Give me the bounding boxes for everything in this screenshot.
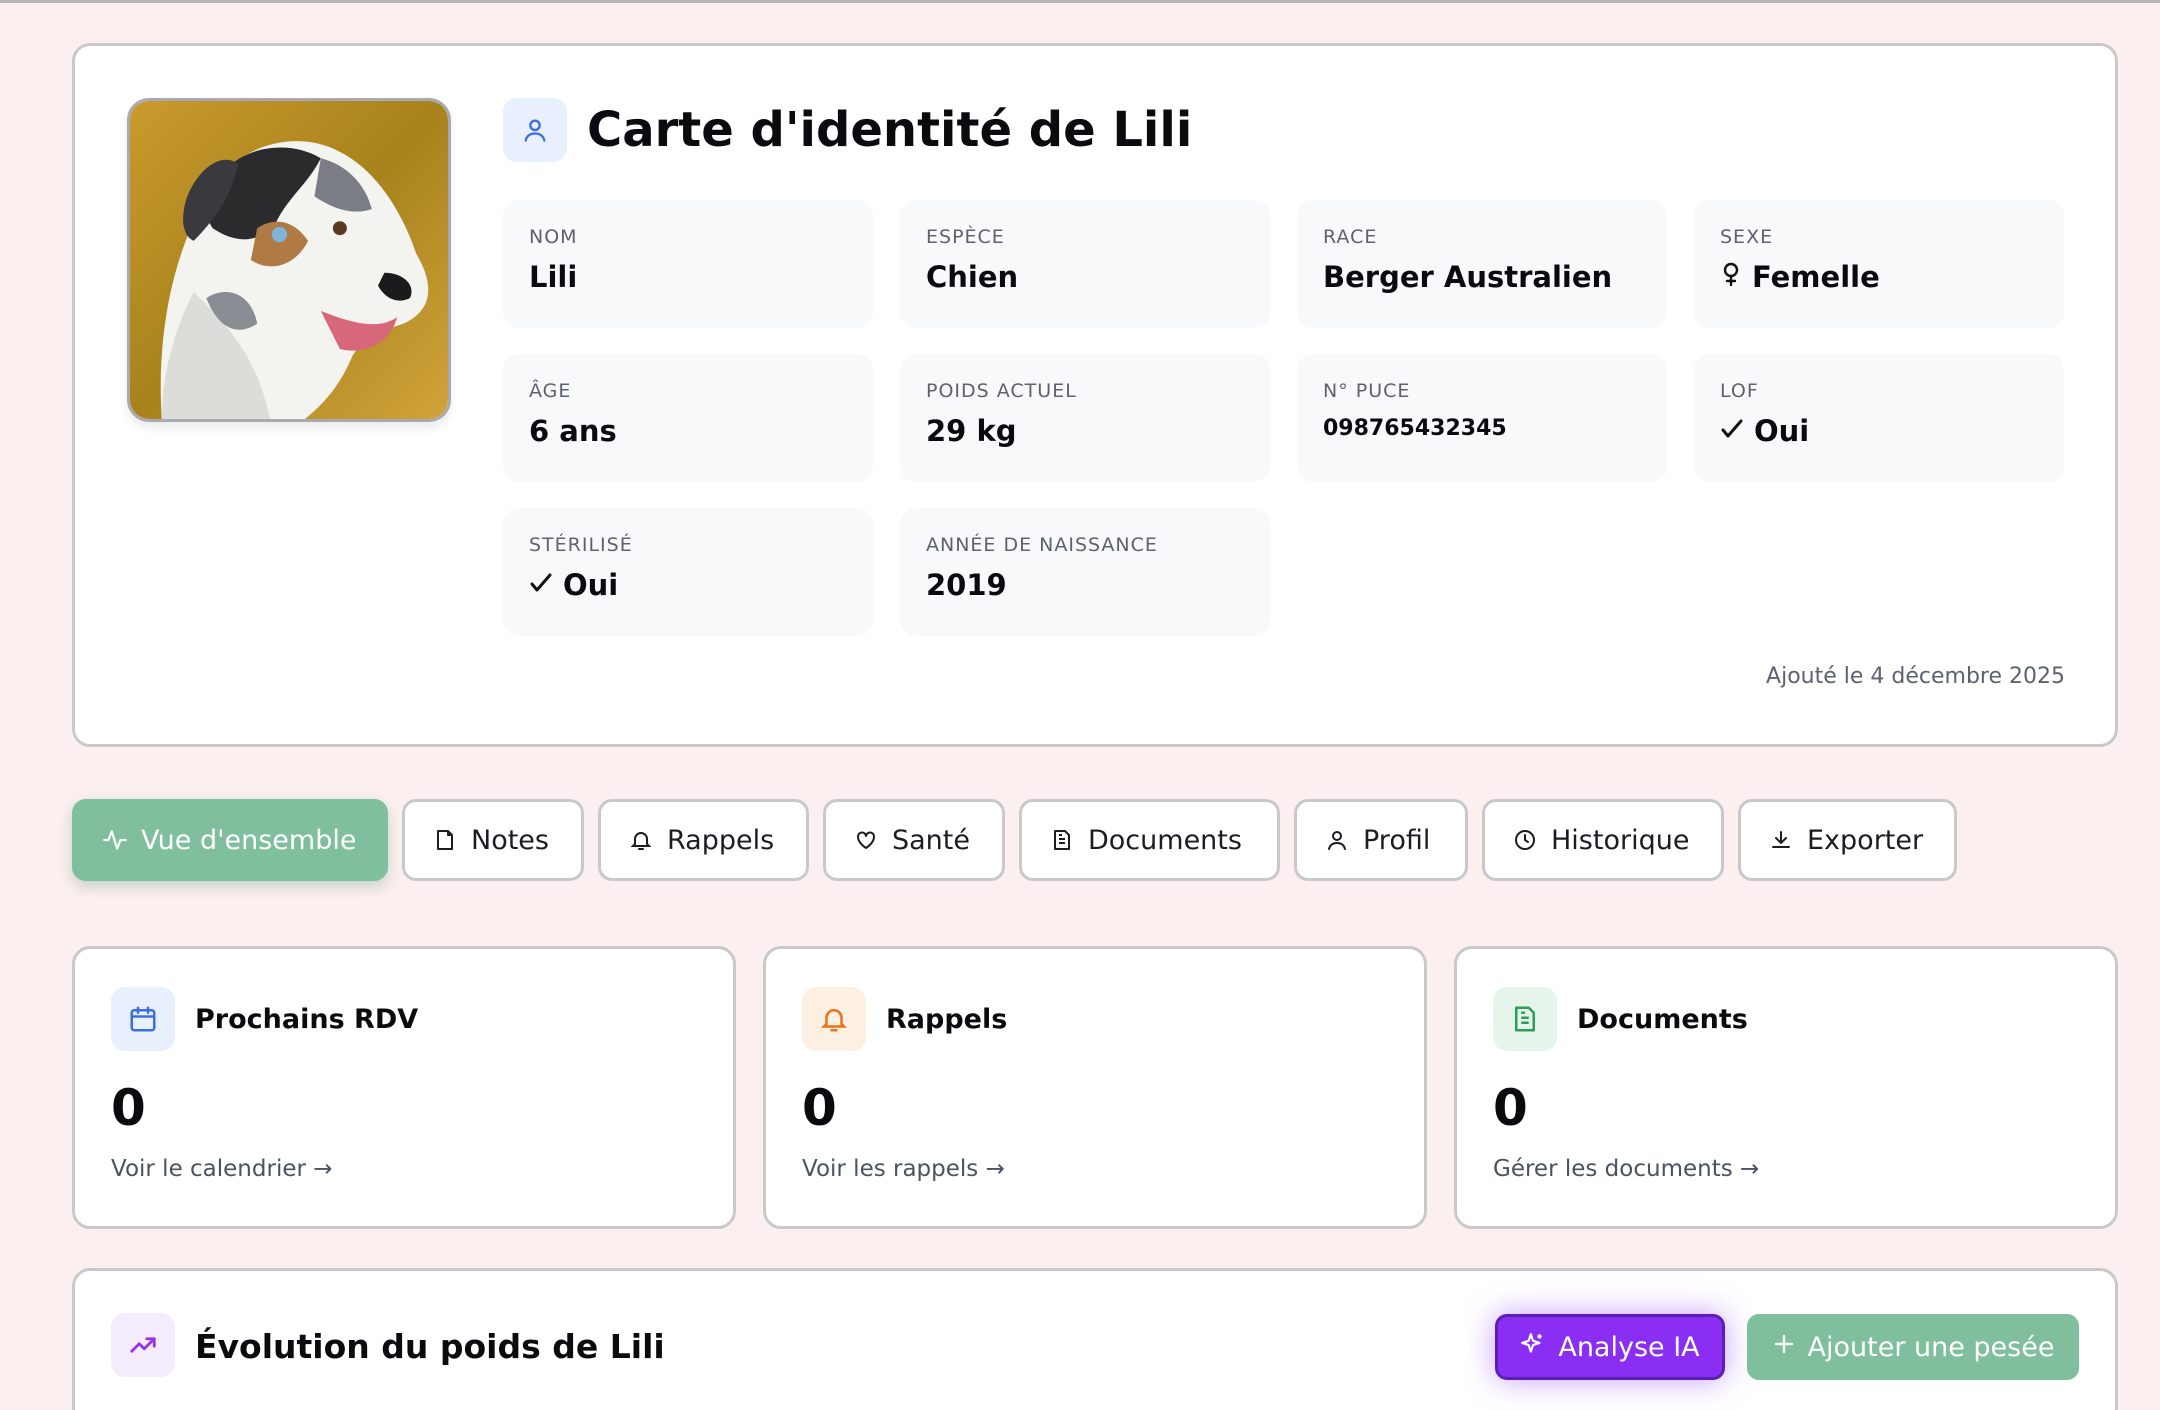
female-icon <box>1720 260 1742 294</box>
field-sterilized: STÉRILISÉ Oui <box>503 508 873 636</box>
field-value-text: Oui <box>563 568 619 602</box>
tab-export[interactable]: Exporter <box>1738 799 1957 881</box>
field-label: ANNÉE DE NAISSANCE <box>926 534 1158 556</box>
field-value-text: Lili <box>529 260 578 294</box>
tab-notes[interactable]: Notes <box>402 799 584 881</box>
field-value-text: 2019 <box>926 568 1007 602</box>
field-value-text: Berger Australien <box>1323 260 1613 294</box>
tab-history[interactable]: Historique <box>1482 799 1724 881</box>
weight-title: Évolution du poids de Lili <box>195 1327 665 1366</box>
stat-title: Rappels <box>886 1004 1008 1035</box>
field-label: NOM <box>529 226 578 248</box>
field-value: 29 kg <box>926 414 1017 448</box>
stat-count: 0 <box>111 1079 146 1137</box>
bell-icon <box>627 826 655 854</box>
stat-card-reminders: Rappels 0 Voir les rappels → <box>763 946 1427 1229</box>
field-label: SEXE <box>1720 226 1774 248</box>
tab-label: Vue d'ensemble <box>141 824 357 856</box>
field-label: STÉRILISÉ <box>529 534 633 556</box>
bell-icon <box>802 987 866 1051</box>
field-label: RACE <box>1323 226 1378 248</box>
field-breed: RACE Berger Australien <box>1297 200 1667 328</box>
field-label: POIDS ACTUEL <box>926 380 1077 402</box>
identity-card: Carte d'identité de Lili NOM Lili ESPÈCE… <box>72 43 2118 747</box>
clock-icon <box>1511 826 1539 854</box>
tab-reminders[interactable]: Rappels <box>598 799 809 881</box>
field-value: Chien <box>926 260 1018 294</box>
field-chip: N° PUCE 098765432345 <box>1297 354 1667 482</box>
plus-icon <box>1772 1332 1796 1363</box>
field-value-text: 6 ans <box>529 414 617 448</box>
field-lof: LOF Oui <box>1694 354 2064 482</box>
sparkles-icon <box>1520 1331 1546 1364</box>
ai-analysis-button[interactable]: Analyse IA <box>1495 1314 1725 1380</box>
tab-documents[interactable]: Documents <box>1019 799 1280 881</box>
tab-label: Santé <box>892 824 970 856</box>
tab-label: Historique <box>1551 824 1690 856</box>
check-icon <box>529 568 553 602</box>
field-label: ESPÈCE <box>926 226 1005 248</box>
field-value: Lili <box>529 260 577 294</box>
field-label: ÂGE <box>529 380 572 402</box>
added-date: Ajouté le 4 décembre 2025 <box>1766 664 2065 689</box>
calendar-link[interactable]: Voir le calendrier → <box>111 1156 333 1182</box>
user-icon <box>503 98 567 162</box>
user-icon <box>1323 826 1351 854</box>
note-icon <box>431 826 459 854</box>
weight-card: Évolution du poids de Lili Analyse IA Aj… <box>72 1268 2118 1410</box>
field-species: ESPÈCE Chien <box>900 200 1270 328</box>
document-icon <box>1493 987 1557 1051</box>
field-value: Berger Australien <box>1323 260 1612 294</box>
tab-label: Exporter <box>1807 824 1924 856</box>
field-value: 098765432345 <box>1323 416 1507 441</box>
stat-title: Prochains RDV <box>195 1004 419 1035</box>
field-birth-year: ANNÉE DE NAISSANCE 2019 <box>900 508 1270 636</box>
page-title: Carte d'identité de Lili <box>587 102 1193 158</box>
add-weight-button[interactable]: Ajouter une pesée <box>1747 1314 2079 1380</box>
field-value: 6 ans <box>529 414 617 448</box>
stat-title: Documents <box>1577 1004 1748 1035</box>
field-value: Oui <box>529 568 618 602</box>
stat-count: 0 <box>1493 1079 1528 1137</box>
tab-profile[interactable]: Profil <box>1294 799 1468 881</box>
pet-photo <box>127 98 451 422</box>
tab-health[interactable]: Santé <box>823 799 1005 881</box>
field-weight: POIDS ACTUEL 29 kg <box>900 354 1270 482</box>
stat-card-appointments: Prochains RDV 0 Voir le calendrier → <box>72 946 736 1229</box>
trending-up-icon <box>111 1313 175 1377</box>
field-age: ÂGE 6 ans <box>503 354 873 482</box>
field-value-text: Chien <box>926 260 1019 294</box>
download-icon <box>1767 826 1795 854</box>
calendar-icon <box>111 987 175 1051</box>
documents-link[interactable]: Gérer les documents → <box>1493 1156 1759 1182</box>
field-value: 2019 <box>926 568 1007 602</box>
button-label: Ajouter une pesée <box>1807 1331 2055 1363</box>
field-label: N° PUCE <box>1323 380 1411 402</box>
field-label: LOF <box>1720 380 1759 402</box>
tab-overview[interactable]: Vue d'ensemble <box>72 799 388 881</box>
tab-label: Profil <box>1363 824 1431 856</box>
tab-label: Notes <box>471 824 549 856</box>
field-value-text: Oui <box>1754 414 1810 448</box>
field-value-text: Femelle <box>1752 260 1880 294</box>
field-value-text: 29 kg <box>926 414 1017 448</box>
field-sex: SEXE Femelle <box>1694 200 2064 328</box>
field-value: Femelle <box>1720 260 1880 294</box>
activity-icon <box>101 826 129 854</box>
stat-card-documents: Documents 0 Gérer les documents → <box>1454 946 2118 1229</box>
document-icon <box>1048 826 1076 854</box>
tab-label: Documents <box>1088 824 1242 856</box>
check-icon <box>1720 414 1744 448</box>
field-value-text: 098765432345 <box>1323 416 1507 441</box>
button-label: Analyse IA <box>1558 1331 1700 1363</box>
reminders-link[interactable]: Voir les rappels → <box>802 1156 1005 1182</box>
stat-count: 0 <box>802 1079 837 1137</box>
tab-label: Rappels <box>667 824 775 856</box>
heart-icon <box>852 826 880 854</box>
field-name: NOM Lili <box>503 200 873 328</box>
field-value: Oui <box>1720 414 1809 448</box>
